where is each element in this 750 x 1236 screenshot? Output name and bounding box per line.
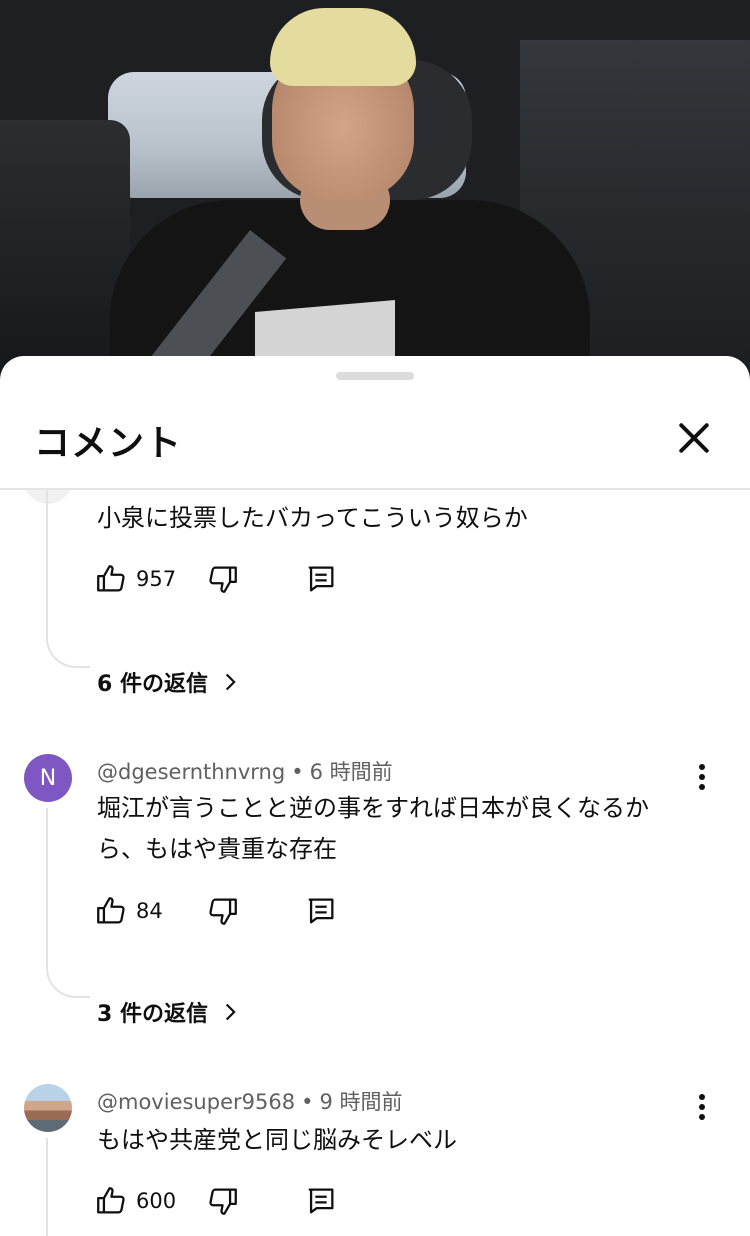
avatar[interactable]: N <box>24 754 72 802</box>
reply-comment-icon <box>308 1188 334 1214</box>
thread-curve <box>46 960 90 998</box>
like-button[interactable]: 957 <box>94 562 176 596</box>
reply-button[interactable] <box>304 1184 338 1218</box>
reply-comment-icon <box>308 566 334 592</box>
thread-curve <box>46 630 90 668</box>
comment-text: 小泉に投票したバカってこういう奴らか <box>97 504 528 532</box>
like-count: 957 <box>136 567 177 591</box>
dislike-button[interactable] <box>206 562 240 596</box>
reply-button[interactable] <box>304 894 338 928</box>
author-name[interactable]: @moviesuper9568 <box>97 1090 295 1114</box>
thumbs-up-icon <box>97 1187 125 1214</box>
like-count: 84 <box>136 899 163 923</box>
comment-text: もはや共産党と同じ脳みそレベル <box>97 1126 457 1154</box>
thread-line <box>46 490 48 630</box>
thumbs-down-icon <box>209 566 237 593</box>
replies-label: 3 件の返信 <box>97 1002 208 1027</box>
close-icon[interactable] <box>672 416 716 460</box>
thumbs-down-icon <box>209 898 237 925</box>
comments-sheet: コメント 小泉に投票したバカってこういう奴らか 957 6 件の返信 N @dg… <box>0 356 750 1236</box>
chevron-right-icon <box>225 673 236 691</box>
thread-line <box>46 808 48 960</box>
like-count: 600 <box>136 1189 177 1213</box>
video-player[interactable] <box>0 0 750 380</box>
person-hair-image <box>270 8 416 86</box>
timestamp: 6 時間前 <box>309 760 393 784</box>
chevron-right-icon <box>225 1003 236 1021</box>
comment-meta: @moviesuper9568 • 9 時間前 <box>97 1090 403 1114</box>
like-button[interactable]: 600 <box>94 1184 176 1218</box>
like-button[interactable]: 84 <box>94 894 163 928</box>
author-name[interactable]: @dgesernthnvrng <box>97 760 285 784</box>
more-vertical-icon[interactable] <box>690 764 714 800</box>
dislike-button[interactable] <box>206 1184 240 1218</box>
reply-comment-icon <box>308 898 334 924</box>
comment-meta: @dgesernthnvrng • 6 時間前 <box>97 760 393 784</box>
thumbs-down-icon <box>209 1188 237 1215</box>
avatar[interactable] <box>24 490 72 504</box>
sheet-title: コメント <box>34 423 183 464</box>
drag-handle[interactable] <box>336 372 414 380</box>
view-replies-button[interactable]: 3 件の返信 <box>97 996 240 1028</box>
replies-label: 6 件の返信 <box>97 672 208 697</box>
view-replies-button[interactable]: 6 件の返信 <box>97 666 240 698</box>
thumbs-up-icon <box>97 565 125 592</box>
thread-line <box>46 1138 48 1236</box>
comment-text: 堀江が言うことと逆の事をすれば日本が良くなるから、もはや貴重な存在 <box>97 794 649 863</box>
comment-list[interactable]: 小泉に投票したバカってこういう奴らか 957 6 件の返信 N @dgesern… <box>0 490 750 1236</box>
avatar[interactable] <box>24 1084 72 1132</box>
dislike-button[interactable] <box>206 894 240 928</box>
reply-button[interactable] <box>304 562 338 596</box>
thumbs-up-icon <box>97 897 125 924</box>
timestamp: 9 時間前 <box>319 1090 403 1114</box>
